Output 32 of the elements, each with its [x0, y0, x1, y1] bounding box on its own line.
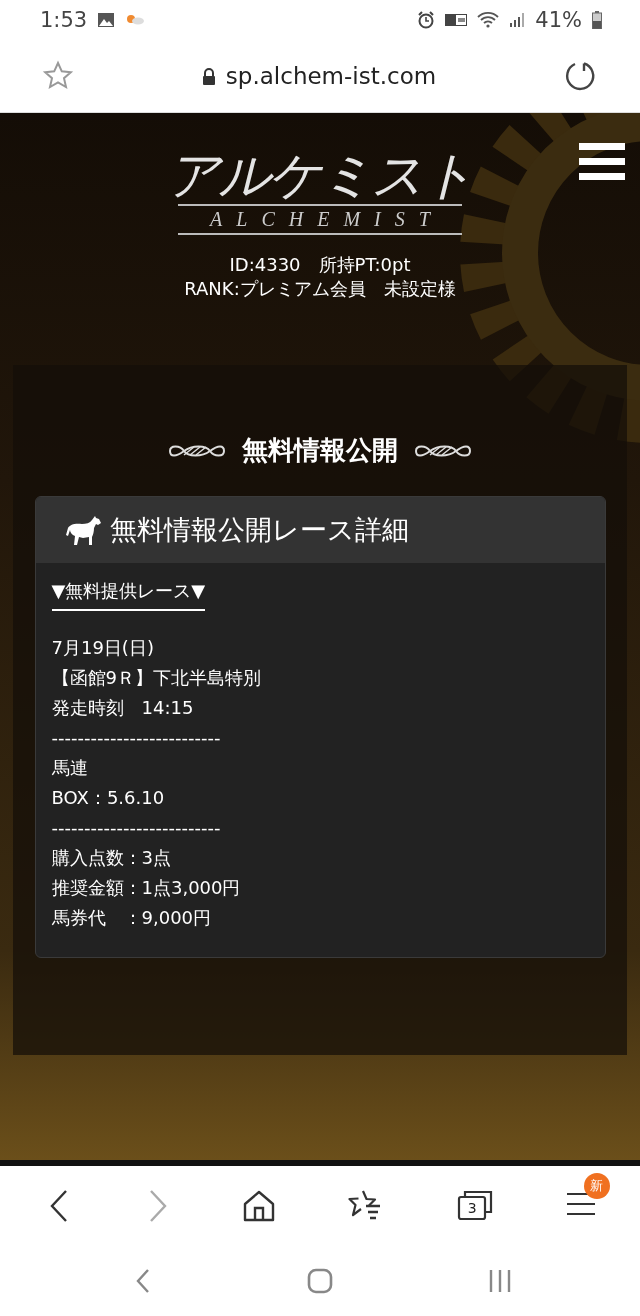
logo[interactable]: アルケミスト ALCHEMIST — [167, 147, 473, 236]
battery-icon — [592, 11, 602, 29]
race-detail-line: 購入点数：3点 — [51, 846, 171, 871]
menu-icon[interactable] — [566, 1190, 596, 1217]
horse-icon — [65, 514, 102, 547]
race-subheading: ▼無料提供レース▼ — [51, 579, 206, 612]
alarm-icon — [417, 11, 436, 29]
image-icon — [97, 12, 116, 28]
lock-icon — [201, 67, 216, 85]
race-detail-line: BOX：5.6.10 — [51, 786, 165, 811]
user-info: RANK:プレミアム会員 未設定様 — [184, 277, 456, 302]
menu-icon[interactable] — [579, 141, 625, 181]
race-detail-line: 推奨金額：1点3,000円 — [51, 876, 241, 901]
user-info: ID:4330 所持PT:0pt — [229, 253, 411, 278]
battery-percent: 41% — [535, 8, 582, 32]
race-detail-line: 馬券代 ：9,000円 — [51, 906, 212, 931]
url-text[interactable]: sp.alchem-ist.com — [225, 63, 437, 89]
signal-icon — [509, 12, 526, 28]
race-detail-line: 発走時刻 14:15 — [51, 696, 194, 721]
new-badge: 新 — [584, 1172, 610, 1199]
race-detail-line: 7月19日(日) — [51, 636, 154, 661]
section-title: 無料情報公開 — [242, 434, 398, 468]
home-icon[interactable] — [241, 1188, 276, 1223]
card-title: 無料情報公開レース詳細 — [109, 513, 409, 548]
status-time: 1:53 — [40, 8, 88, 32]
recent-apps-icon[interactable] — [488, 1268, 512, 1293]
race-detail-line: -------------------------- — [51, 816, 221, 841]
wifi-icon — [477, 11, 500, 29]
race-detail-line: 馬連 — [51, 756, 88, 781]
weather-icon — [125, 13, 146, 27]
race-detail-line: 【函館9Ｒ】下北半島特別 — [51, 666, 261, 691]
race-detail-line: -------------------------- — [51, 726, 221, 751]
